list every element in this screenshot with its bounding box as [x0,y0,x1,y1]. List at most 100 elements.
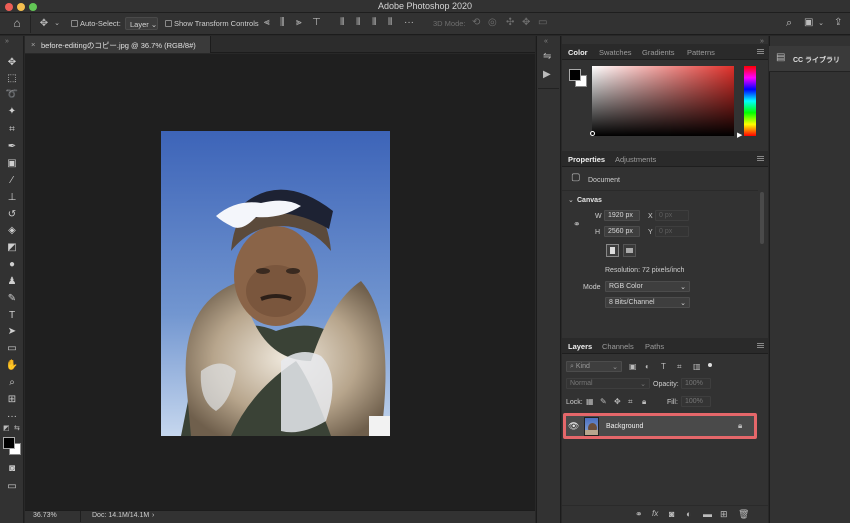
collapse-toolbar-icon[interactable]: » [5,38,9,45]
fill-field[interactable]: 100% [681,396,711,407]
properties-panel-menu-icon[interactable] [757,156,764,161]
layer-name[interactable]: Background [606,423,643,430]
pen-tool-icon[interactable]: ✎ [4,292,20,306]
x-field[interactable]: 0 px [655,210,689,221]
search-icon[interactable]: ⌕ [786,18,792,29]
trash-icon[interactable]: 🗑︎ [738,509,749,519]
more-tools-icon[interactable]: ··· [4,410,20,424]
hand-tool-icon[interactable]: ✋ [4,359,20,373]
layers-panel-menu-icon[interactable] [757,343,764,348]
tab-channels[interactable]: Channels [602,342,634,351]
auto-select-checkbox[interactable] [71,20,78,27]
swap-colors-icon[interactable]: ⇆ [14,424,20,432]
layer-filter-dropdown[interactable]: ⌕ Kind ⌄ [566,361,622,372]
chevron-down-icon[interactable]: ⌄ [568,196,574,204]
eyedropper-tool-icon[interactable]: ✒ [4,140,20,154]
fx-icon[interactable]: fx [652,509,658,519]
tab-paths[interactable]: Paths [645,342,664,351]
lock-position-icon[interactable]: ✥ [614,397,621,407]
status-arrow-icon[interactable]: › [152,512,154,519]
height-field[interactable]: 2560 px [604,226,640,237]
landscape-orientation-button[interactable] [623,244,636,257]
filter-pixel-icon[interactable]: ▣ [629,362,637,372]
magic-wand-tool-icon[interactable]: ✦ [4,105,20,119]
dodge-tool-icon[interactable]: ♟ [4,275,20,289]
zoom-level[interactable]: 36.73% [33,512,57,519]
pan-3d-icon[interactable]: ✣ [506,18,514,28]
lock-transparent-icon[interactable]: ▦ [586,397,594,407]
filter-type-icon[interactable]: T [661,362,666,372]
tab-layers[interactable]: Layers [568,342,592,351]
clone-stamp-tool-icon[interactable]: ⊥ [4,191,20,205]
distribute-3-icon[interactable]: ⦀ [372,18,376,28]
tab-patterns[interactable]: Patterns [687,48,715,57]
edit-toolbar-icon[interactable]: ⊞ [4,393,20,407]
color-picker-handle[interactable] [590,131,595,136]
scale-3d-icon[interactable]: ▭ [538,18,547,28]
healing-brush-tool-icon[interactable]: ▣ [4,157,20,171]
document-image[interactable] [161,131,390,436]
move-tool-icon[interactable]: ✥ [4,56,20,70]
tab-adjustments[interactable]: Adjustments [615,155,656,164]
filter-shape-icon[interactable]: ⌗ [677,362,682,372]
doc-size-info[interactable]: Doc: 14.1M/14.1M [92,512,149,519]
folder-icon[interactable]: ▬ [703,509,712,519]
y-field[interactable]: 0 px [655,226,689,237]
hue-slider[interactable] [744,66,756,136]
close-icon[interactable]: × [31,40,35,49]
slide-3d-icon[interactable]: ✥ [522,18,530,28]
screen-mode-icon[interactable]: ▭ [4,480,20,494]
show-transform-checkbox[interactable] [165,20,172,27]
filter-toggle-icon[interactable] [708,363,712,367]
roll-3d-icon[interactable]: ◎ [488,18,497,28]
lock-all-icon[interactable]: 🔒︎ [642,397,646,407]
foreground-color-swatch[interactable] [3,437,15,449]
lock-image-icon[interactable]: ✎ [600,397,607,407]
tab-properties[interactable]: Properties [568,155,605,164]
history-panel-icon[interactable]: ⇋ [543,52,551,62]
width-field[interactable]: 1920 px [604,210,640,221]
lock-artboard-icon[interactable]: ⌗ [628,397,633,407]
bit-depth-dropdown[interactable]: 8 Bits/Channel ⌄ [605,297,690,308]
color-field-picker[interactable] [592,66,734,136]
align-right-icon[interactable]: ⫸ [296,18,302,28]
distribute-4-icon[interactable]: ⫴ [388,18,392,28]
workspace-icon[interactable]: ▣ [804,18,813,28]
orbit-3d-icon[interactable]: ⟲ [472,18,480,28]
opacity-field[interactable]: 100% [681,378,711,389]
more-options-icon[interactable]: ··· [404,18,414,28]
rectangle-tool-icon[interactable]: ▭ [4,342,20,356]
quick-mask-icon[interactable]: ◙ [4,462,20,476]
expand-panels-icon[interactable]: « [544,38,548,45]
distribute-1-icon[interactable]: ⦀ [340,18,344,28]
actions-panel-icon[interactable]: ▶ [543,70,551,80]
color-panel-menu-icon[interactable] [757,49,764,54]
type-tool-icon[interactable]: T [4,309,20,323]
brush-tool-icon[interactable]: ⁄ [4,174,20,188]
gradient-tool-icon[interactable]: ◩ [4,241,20,255]
link-dimensions-icon[interactable]: ⚭ [573,219,581,229]
filter-adjustment-icon[interactable]: ◐ [645,362,650,372]
hue-slider-handle-icon[interactable]: ▶ [737,131,742,139]
move-tool-icon[interactable]: ✥ [38,19,50,29]
distribute-2-icon[interactable]: ⦀ [356,18,360,28]
link-icon[interactable]: ⚭ [635,509,643,519]
default-colors-icon[interactable]: ◩ [3,424,10,432]
auto-select-dropdown[interactable]: Layer ⌄ [125,17,158,30]
zoom-tool-icon[interactable]: ⌕ [4,376,20,390]
tab-swatches[interactable]: Swatches [599,48,632,57]
layer-visibility-eye-icon[interactable]: 👁︎ [568,421,579,432]
tab-color[interactable]: Color [568,48,588,57]
align-center-icon[interactable]: ⫼ [280,18,285,28]
blur-tool-icon[interactable]: ● [4,258,20,272]
mask-icon[interactable]: ◙ [669,509,674,519]
home-icon[interactable]: ⌂ [10,17,24,29]
blend-mode-dropdown[interactable]: Normal ⌄ [566,378,650,389]
align-top-icon[interactable]: ⊤ [312,18,321,28]
path-selection-tool-icon[interactable]: ➤ [4,325,20,339]
workspace-chevron-icon[interactable]: ⌄ [817,19,825,29]
chevron-down-icon[interactable]: ⌄ [53,19,61,29]
properties-scrollbar[interactable] [760,192,764,244]
align-left-icon[interactable]: ⫷ [264,18,270,28]
marquee-tool-icon[interactable]: ⬚ [4,72,20,86]
